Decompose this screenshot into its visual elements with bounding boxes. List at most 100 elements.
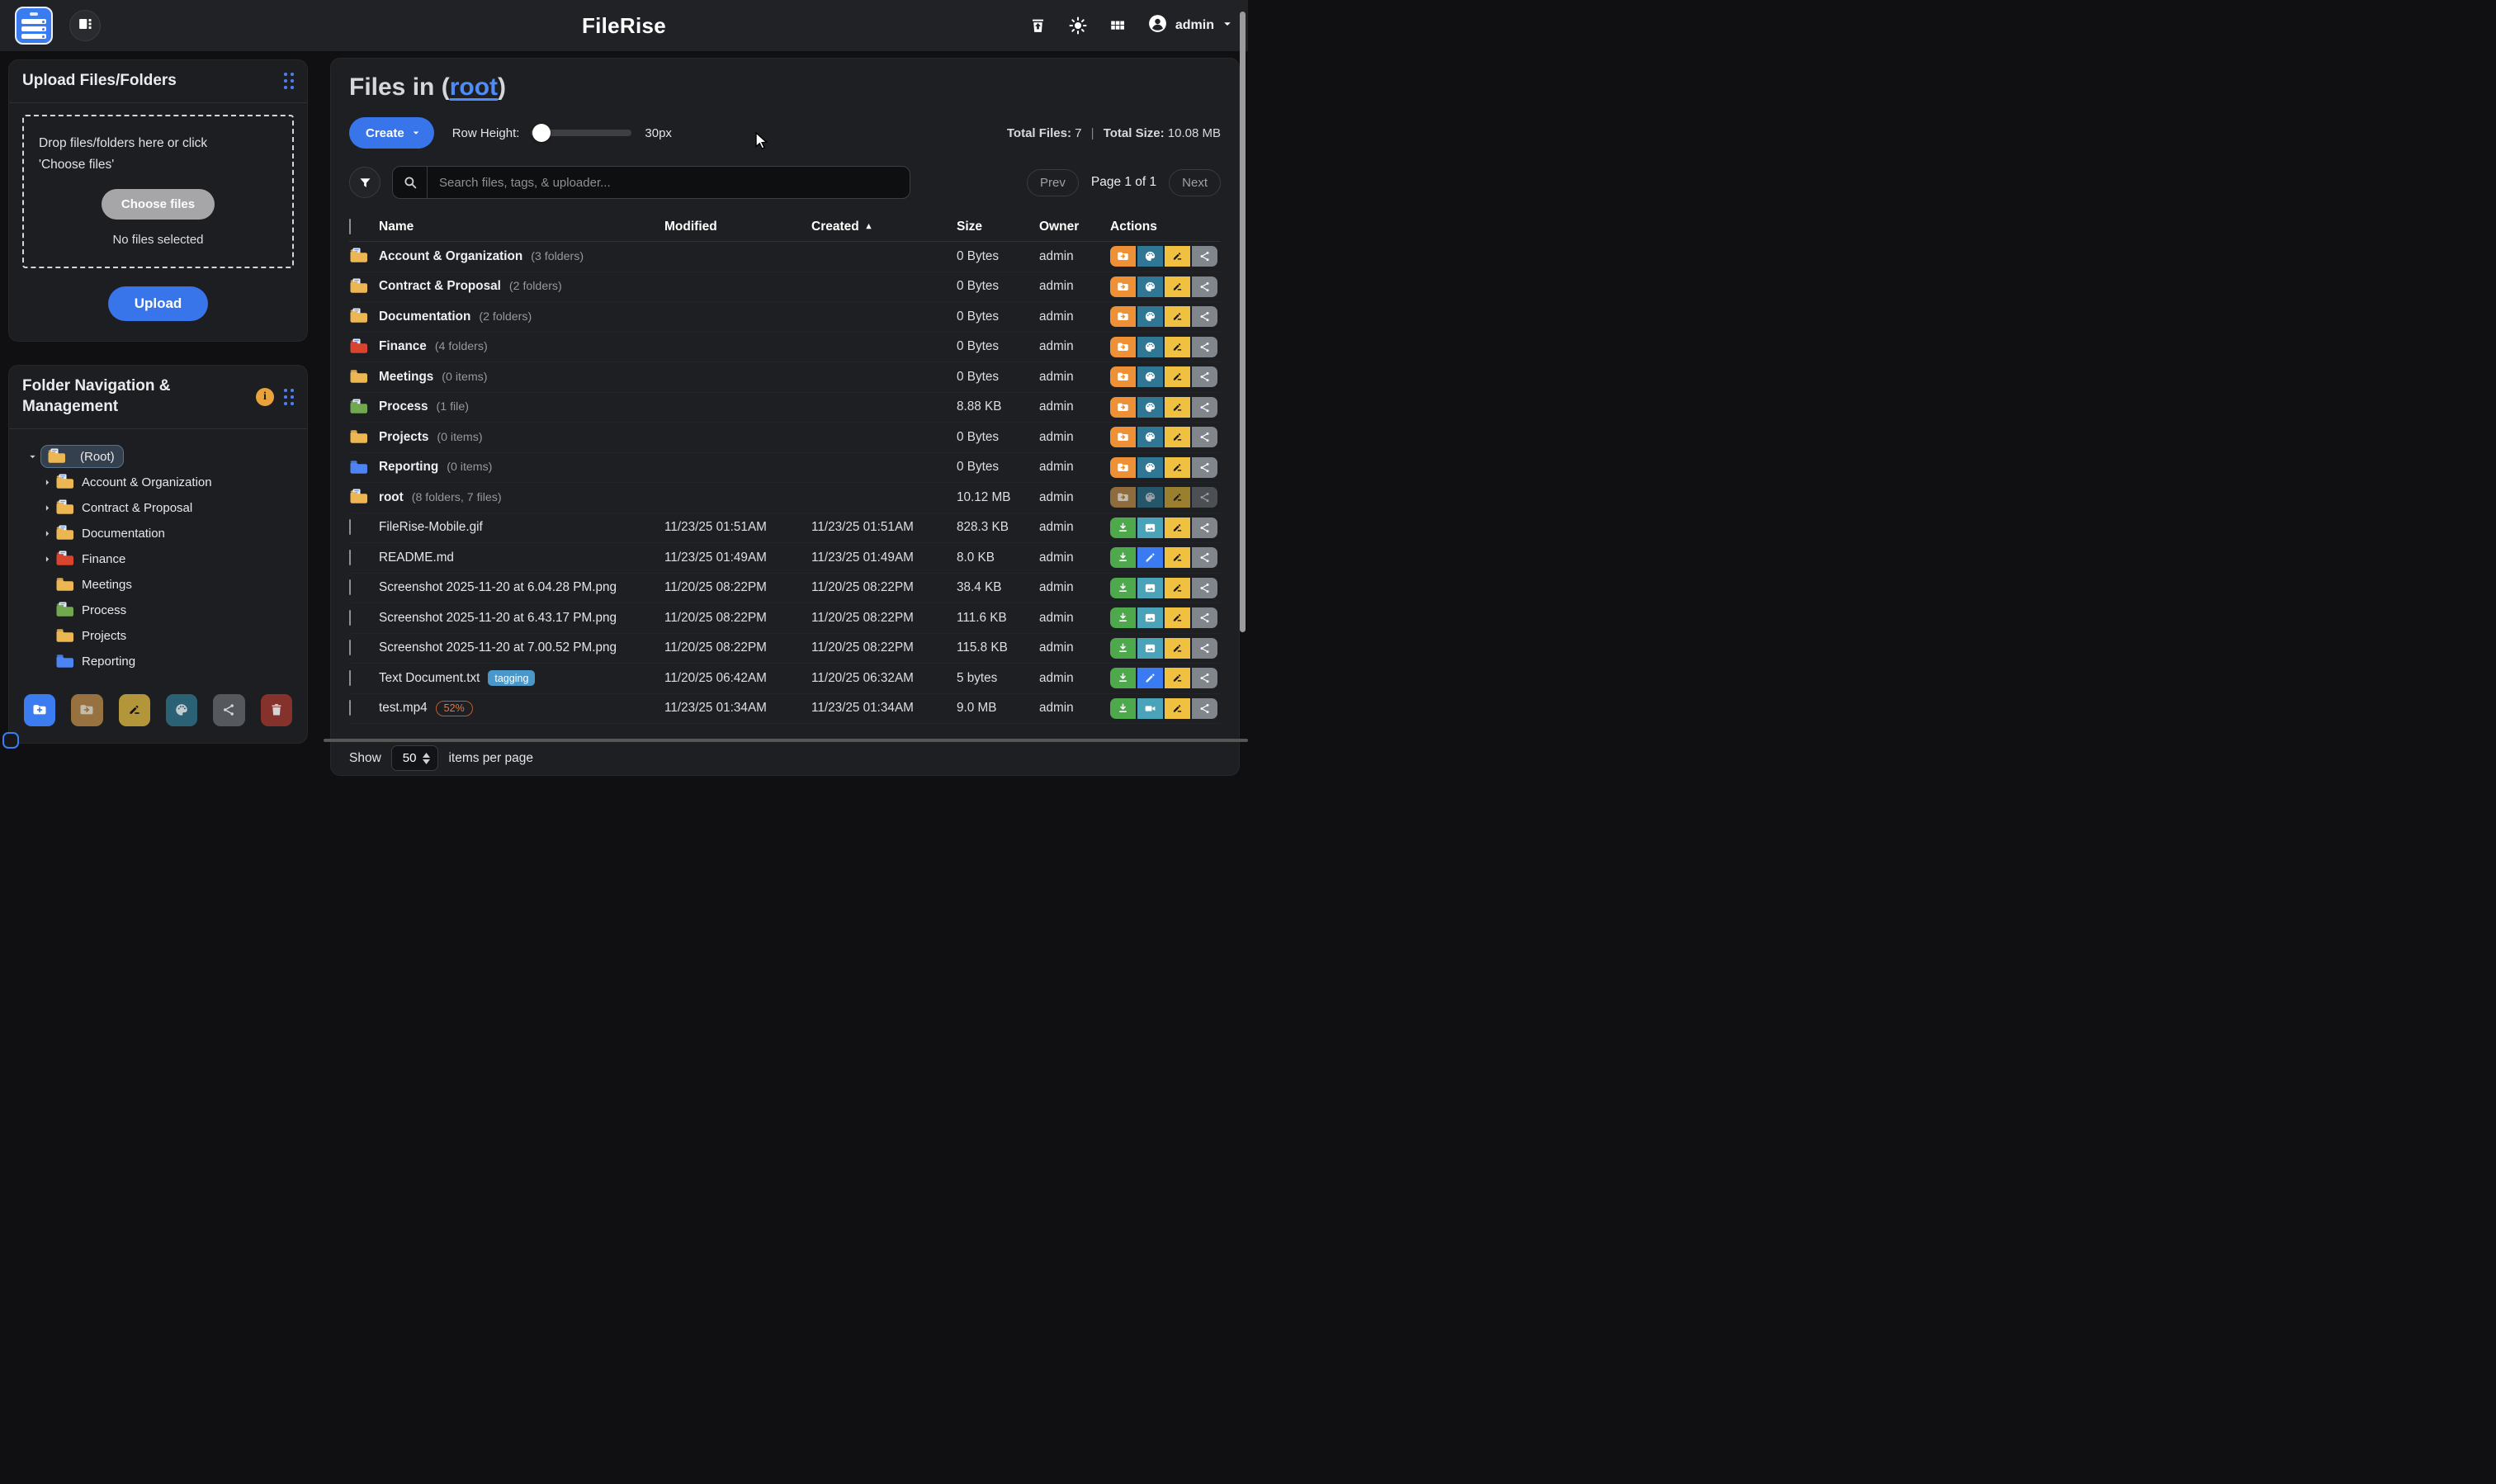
table-row[interactable]: README.md11/23/25 01:49AM11/23/25 01:49A…: [349, 543, 1221, 574]
select-all-checkbox[interactable]: [349, 219, 351, 234]
folder-move-action-button[interactable]: [1110, 457, 1136, 478]
share-action-button[interactable]: [1192, 246, 1217, 267]
table-row[interactable]: Documentation(2 folders)0 Bytesadmin: [349, 302, 1221, 333]
share-action-button[interactable]: [1192, 607, 1217, 628]
image-action-button[interactable]: [1137, 578, 1163, 598]
share-action-button[interactable]: [1192, 547, 1217, 568]
apps-grid-icon[interactable]: [1108, 16, 1127, 35]
column-created[interactable]: Created: [811, 220, 957, 234]
rename-action-button[interactable]: [1165, 638, 1190, 659]
download-action-button[interactable]: [1110, 547, 1136, 568]
rename-action-button[interactable]: [1165, 337, 1190, 357]
folder-name[interactable]: root: [379, 490, 404, 505]
row-checkbox[interactable]: [349, 610, 351, 626]
palette-action-button[interactable]: [1137, 427, 1163, 447]
table-row[interactable]: Screenshot 2025-11-20 at 6.04.28 PM.png1…: [349, 574, 1221, 604]
theme-toggle-sun-icon[interactable]: [1068, 16, 1088, 35]
download-action-button[interactable]: [1110, 578, 1136, 598]
tree-caret[interactable]: [39, 529, 55, 538]
row-checkbox[interactable]: [349, 700, 351, 716]
palette-action-button[interactable]: [1137, 306, 1163, 327]
download-action-button[interactable]: [1110, 668, 1136, 688]
upload-dropzone[interactable]: Drop files/folders here or click 'Choose…: [22, 115, 294, 269]
prev-page-button[interactable]: Prev: [1027, 169, 1079, 196]
table-row[interactable]: Screenshot 2025-11-20 at 6.43.17 PM.png1…: [349, 603, 1221, 634]
file-name[interactable]: FileRise-Mobile.gif: [379, 520, 483, 535]
table-row[interactable]: Contract & Proposal(2 folders)0 Bytesadm…: [349, 272, 1221, 303]
share-action-button[interactable]: [1192, 578, 1217, 598]
table-row[interactable]: Process(1 file)8.88 KBadmin: [349, 393, 1221, 423]
search-input[interactable]: [428, 167, 910, 198]
palette-action-button[interactable]: [1137, 276, 1163, 297]
palette-action-button[interactable]: [1137, 487, 1163, 508]
file-name[interactable]: Screenshot 2025-11-20 at 6.43.17 PM.png: [379, 611, 617, 626]
tree-item-process[interactable]: Process: [22, 598, 294, 623]
column-owner[interactable]: Owner: [1039, 220, 1110, 234]
table-row[interactable]: Account & Organization(3 folders)0 Bytes…: [349, 242, 1221, 272]
download-action-button[interactable]: [1110, 607, 1136, 628]
share-action-button[interactable]: [1192, 306, 1217, 327]
folder-move-action-button[interactable]: [1110, 487, 1136, 508]
drag-handle-icon[interactable]: [284, 389, 294, 405]
sidebar-toggle-button[interactable]: [69, 10, 101, 41]
folder-move-action-button[interactable]: [1110, 306, 1136, 327]
rename-action-button[interactable]: [1165, 306, 1190, 327]
table-row[interactable]: root(8 folders, 7 files)10.12 MBadmin: [349, 483, 1221, 513]
share-action-button[interactable]: [1192, 457, 1217, 478]
share-action-button[interactable]: [1192, 427, 1217, 447]
tree-item-finance[interactable]: Finance: [22, 546, 294, 572]
row-checkbox[interactable]: [349, 670, 351, 686]
trash-restore-icon[interactable]: [1028, 16, 1048, 35]
row-height-slider[interactable]: [531, 130, 631, 136]
video-action-button[interactable]: [1137, 698, 1163, 719]
rename-action-button[interactable]: [1165, 518, 1190, 538]
folder-move-action-button[interactable]: [1110, 366, 1136, 387]
rename-action-button[interactable]: [1165, 397, 1190, 418]
horizontal-scrollbar[interactable]: [324, 739, 1248, 742]
share-action-button[interactable]: [1192, 518, 1217, 538]
share-folder-button[interactable]: [213, 694, 244, 726]
file-name[interactable]: Text Document.txt: [379, 671, 480, 686]
column-size[interactable]: Size: [957, 220, 1039, 234]
slider-thumb[interactable]: [532, 124, 551, 142]
folder-name[interactable]: Process: [379, 399, 428, 414]
row-checkbox[interactable]: [349, 550, 351, 565]
file-name[interactable]: test.mp4: [379, 701, 428, 716]
tree-caret[interactable]: [39, 555, 55, 564]
upload-button[interactable]: Upload: [108, 286, 209, 321]
row-checkbox[interactable]: [349, 519, 351, 535]
rename-action-button[interactable]: [1165, 607, 1190, 628]
tree-item-reporting[interactable]: Reporting: [22, 649, 294, 674]
tree-item--root-[interactable]: (Root): [22, 444, 294, 470]
folder-move-action-button[interactable]: [1110, 337, 1136, 357]
folder-name[interactable]: Meetings: [379, 370, 433, 385]
items-per-page-select[interactable]: 50: [391, 745, 439, 771]
folder-name[interactable]: Finance: [379, 339, 427, 354]
table-row[interactable]: Screenshot 2025-11-20 at 7.00.52 PM.png1…: [349, 634, 1221, 664]
share-action-button[interactable]: [1192, 397, 1217, 418]
download-action-button[interactable]: [1110, 518, 1136, 538]
file-name[interactable]: Screenshot 2025-11-20 at 7.00.52 PM.png: [379, 640, 617, 655]
rename-action-button[interactable]: [1165, 698, 1190, 719]
drag-handle-icon[interactable]: [284, 73, 294, 89]
column-name[interactable]: Name: [379, 220, 664, 234]
tree-caret[interactable]: [39, 478, 55, 487]
file-name[interactable]: README.md: [379, 551, 454, 565]
palette-action-button[interactable]: [1137, 337, 1163, 357]
table-row[interactable]: Projects(0 items)0 Bytesadmin: [349, 423, 1221, 453]
tree-caret[interactable]: [24, 452, 40, 461]
create-folder-button[interactable]: [24, 694, 55, 726]
edit-action-button[interactable]: [1137, 547, 1163, 568]
delete-folder-button[interactable]: [261, 694, 292, 726]
folder-move-action-button[interactable]: [1110, 276, 1136, 297]
table-row[interactable]: FileRise-Mobile.gif11/23/25 01:51AM11/23…: [349, 513, 1221, 544]
row-checkbox[interactable]: [349, 640, 351, 655]
folder-name[interactable]: Documentation: [379, 310, 470, 324]
image-action-button[interactable]: [1137, 518, 1163, 538]
user-menu[interactable]: admin: [1147, 13, 1233, 38]
info-icon[interactable]: i: [256, 388, 274, 406]
share-action-button[interactable]: [1192, 276, 1217, 297]
palette-action-button[interactable]: [1137, 366, 1163, 387]
image-action-button[interactable]: [1137, 638, 1163, 659]
tree-item-account-organization[interactable]: Account & Organization: [22, 470, 294, 495]
